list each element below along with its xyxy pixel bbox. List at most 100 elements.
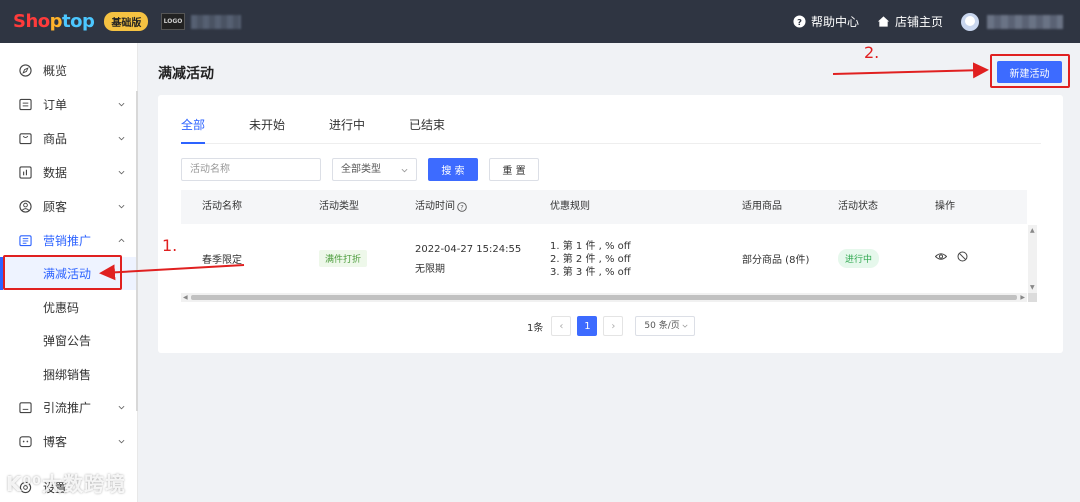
discount-rule-line: 3. 第 3 件 , % off [550,267,631,278]
sidebar-item-label: 订单 [43,98,68,112]
top-header: Shoptop 基础版 LOGO ? 帮助中心 店铺主页 [0,0,1080,43]
sidebar-item-label: 数据 [43,166,68,180]
column-header: 操作 [935,201,955,212]
activity-list-card: 全部 未开始 进行中 已结束 活动名称 全部类型 搜 索 重 置 活动名称 活动… [158,95,1063,353]
activity-name-input[interactable]: 活动名称 [181,158,321,181]
sidebar-item-popup-notice[interactable]: 弹窗公告 [0,324,138,357]
chevron-down-icon [118,204,125,209]
tab-not-started[interactable]: 未开始 [249,116,285,133]
sidebar-item-bundle-sale[interactable]: 捆绑销售 [0,358,138,391]
plan-badge: 基础版 [104,12,149,31]
sidebar-scrollbar[interactable] [136,91,138,411]
sidebar-item-label: 顾客 [43,200,68,214]
sidebar-item-overview[interactable]: 概览 [0,54,138,87]
brand-logo-part1: Sho [13,11,50,32]
sidebar-item-label: 优惠码 [43,301,80,315]
store-home-label: 店铺主页 [894,15,943,29]
chevron-down-icon [118,439,125,444]
user-icon [19,200,32,213]
sidebar-item-label: 引流推广 [43,401,92,415]
user-name-redacted[interactable] [987,14,1063,29]
store-logo: LOGO [161,13,185,30]
chevron-down-icon [118,102,125,107]
brand-logo-part3: top [62,11,95,32]
annotation-step-1: 1. [162,236,178,255]
scrollbar-corner [1028,293,1037,302]
info-icon[interactable]: ? [457,202,467,212]
store-home-link[interactable]: 店铺主页 [877,13,943,30]
svg-text:?: ? [797,17,802,27]
tabs-divider [181,143,1041,144]
annotation-step-2: 2. [864,43,880,62]
sidebar-item-traffic[interactable]: 引流推广 [0,391,138,424]
reset-button[interactable]: 重 置 [489,158,539,181]
view-eye-icon[interactable] [935,252,947,261]
sidebar-item-marketing[interactable]: 营销推广 [0,224,138,257]
sidebar-item-label: 博客 [43,435,68,449]
chevron-down-icon [118,405,125,410]
annotation-arrow-2 [832,62,989,79]
marketing-icon [19,235,32,247]
page-number-button[interactable]: 1 [577,316,598,336]
column-header: 活动类型 [319,201,359,212]
search-button[interactable]: 搜 索 [428,158,478,181]
sidebar-item-blog[interactable]: 博客 [0,425,138,458]
activity-type-select-value: 全部类型 [341,164,381,175]
column-header: 活动时间 [415,201,455,212]
chevron-down-icon [682,324,688,328]
annotation-highlight-box-2 [990,54,1070,88]
sidebar-item-customers[interactable]: 顾客 [0,190,138,223]
status-tabs: 全部 未开始 进行中 已结束 [181,116,489,133]
traffic-icon [19,402,32,414]
store-name-redacted [191,15,241,29]
brand-logo[interactable]: Shoptop [13,11,95,32]
annotation-highlight-box-1 [3,255,122,290]
activity-name-cell[interactable]: 春季限定 [202,251,242,266]
activity-type-tag: 满件打折 [319,250,368,267]
help-center-label: 帮助中心 [810,15,859,29]
sidebar-item-label: 捆绑销售 [43,368,92,382]
prev-page-button[interactable]: ‹ [551,316,572,336]
chevron-up-icon [118,238,125,243]
activity-type-select[interactable]: 全部类型 [332,158,417,181]
chevron-down-icon [401,168,408,173]
tab-all[interactable]: 全部 [181,116,205,133]
applicable-products-cell: 部分商品 (8件) [742,255,810,266]
sidebar-item-label: 商品 [43,132,68,146]
tab-in-progress[interactable]: 进行中 [329,116,365,133]
sidebar-item-data[interactable]: 数据 [0,156,138,189]
sidebar-item-coupon-code[interactable]: 优惠码 [0,291,138,324]
page-size-value: 50 条/页 [644,321,680,331]
status-badge: 进行中 [838,249,880,268]
table-horizontal-scrollbar[interactable]: ◀ ▶ [181,293,1027,302]
column-header: 优惠规则 [550,201,590,212]
data-chart-icon [19,166,32,179]
activity-time-start: 2022-04-27 15:24:55 [415,244,522,255]
page-size-select[interactable]: 50 条/页 [635,316,696,336]
blog-icon [19,436,32,448]
sidebar-item-products[interactable]: 商品 [0,122,138,155]
disable-icon[interactable] [957,251,968,262]
pagination-total: 1条 [527,322,544,334]
page-title: 满减活动 [158,66,214,82]
product-icon [19,133,32,145]
table-row: 春季限定 满件打折 2022-04-27 15:24:55 无限期 1. 第 1… [181,225,1027,291]
chevron-down-icon [118,170,125,175]
active-tab-indicator [181,142,205,144]
order-icon [19,98,32,111]
next-page-button[interactable]: › [603,316,624,336]
sidebar-item-label: 弹窗公告 [43,334,92,348]
sidebar-item-orders[interactable]: 订单 [0,88,138,121]
compass-icon [19,64,32,77]
column-header: 适用商品 [742,201,782,212]
user-avatar[interactable] [961,12,979,31]
help-center-link[interactable]: ? 帮助中心 [793,13,859,30]
table-vertical-scrollbar[interactable]: ▲ ▼ [1028,225,1037,293]
chevron-down-icon [118,136,125,141]
help-icon: ? [793,15,806,28]
sidebar-item-label: 概览 [43,64,68,78]
watermark: K⁰⁰大数跨境 [6,472,127,496]
tab-ended[interactable]: 已结束 [409,116,445,133]
column-header: 活动状态 [838,201,878,212]
svg-text:?: ? [460,203,463,211]
